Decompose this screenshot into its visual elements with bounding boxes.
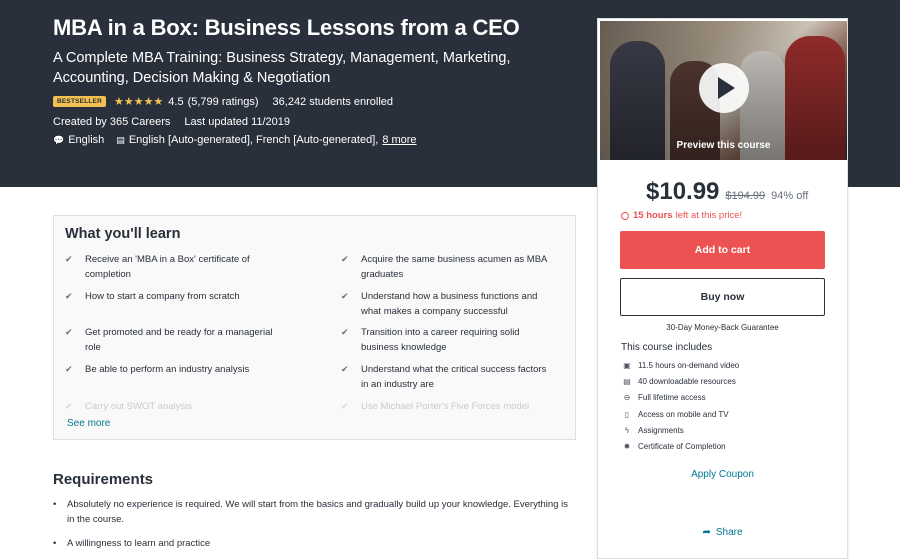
learn-item-label: Carry out SWOT analysis	[85, 401, 192, 412]
share-label: Share	[715, 526, 743, 538]
add-to-cart-button[interactable]: Add to cart	[620, 231, 825, 269]
discount-percent: 94% off	[771, 190, 809, 202]
price-row: $10.99 $194.99 94% off	[598, 178, 847, 206]
timer-hours: 15 hours	[633, 210, 673, 221]
award-icon: ✹	[623, 442, 631, 452]
money-back-guarantee: 30-Day Money-Back Guarantee	[666, 323, 779, 332]
discount-timer: 15 hours left at this price!	[598, 210, 847, 221]
learn-item: ✔ Receive an 'MBA in a Box' certificate …	[65, 252, 275, 282]
requirement-item: • A willingness to learn and practice	[53, 536, 573, 551]
requirement-item: • Absolutely no experience is required. …	[53, 497, 573, 527]
checkmark-icon: ✔	[65, 364, 73, 374]
checkmark-icon: ✔	[341, 364, 349, 374]
requirements-list: • Absolutely no experience is required. …	[53, 497, 573, 559]
preview-label: Preview this course	[676, 140, 771, 151]
alarm-clock-icon	[621, 211, 629, 220]
checkmark-icon: ✔	[341, 291, 349, 301]
buy-now-button[interactable]: Buy now	[620, 278, 825, 316]
ratings-count-link[interactable]: (5,799 ratings)	[188, 96, 259, 108]
timer-text: left at this price!	[675, 210, 743, 221]
includes-item-label: Assignments	[638, 425, 684, 435]
star-rating-icon: ★★★★★	[113, 96, 164, 108]
learn-item: ✔ Understand what the critical success f…	[341, 362, 551, 392]
course-meta-row: Created by 365 Careers Last updated 11/2…	[53, 116, 573, 128]
last-updated: Last updated 11/2019	[184, 116, 291, 128]
bullet-icon: •	[53, 499, 57, 510]
purchase-card: Preview this course $10.99 $194.99 94% o…	[597, 18, 848, 559]
mobile-icon: ▯	[624, 409, 630, 419]
includes-item-label: 11.5 hours on-demand video	[638, 360, 740, 370]
course-subtitle: A Complete MBA Training: Business Strate…	[53, 50, 511, 86]
learn-item: ✔ Transition into a career requiring sol…	[341, 325, 551, 355]
includes-item: ▣ 11.5 hours on-demand video	[622, 357, 847, 373]
includes-item: ▯ Access on mobile and TV	[622, 406, 847, 422]
learn-item: ✔ Acquire the same business acumen as MB…	[341, 252, 551, 282]
rating-row: BESTSELLER ★★★★★ 4.5 (5,799 ratings) 36,…	[53, 95, 573, 108]
captions-languages: English [Auto-generated], French [Auto-g…	[128, 134, 379, 146]
includes-item-label: Certificate of Completion	[638, 442, 726, 452]
includes-item: ϟ Assignments	[622, 422, 847, 438]
includes-item-label: Access on mobile and TV	[638, 409, 729, 419]
speech-bubble-icon: 💬	[53, 134, 65, 145]
bolt-icon: ϟ	[624, 425, 630, 435]
students-enrolled: 36,242 students enrolled	[272, 95, 394, 108]
includes-item: ⊖ Full lifetime access	[622, 390, 847, 406]
original-price: $194.99	[725, 190, 766, 202]
checkmark-icon: ✔	[65, 327, 73, 337]
language-row: 💬 English ▤ English [Auto-generated], Fr…	[53, 134, 573, 146]
checkmark-icon: ✔	[65, 291, 73, 301]
requirements-title: Requirements	[53, 471, 154, 488]
learn-item-label: Understand what the critical success fac…	[361, 364, 547, 390]
course-header-content: MBA in a Box: Business Lessons from a CE…	[53, 14, 573, 146]
learn-item-label: Transition into a career requiring solid…	[361, 327, 520, 353]
video-icon: ▣	[623, 360, 631, 370]
apply-coupon-link[interactable]: Apply Coupon	[598, 469, 847, 480]
includes-item: ✹ Certificate of Completion	[622, 438, 847, 454]
instructor-link[interactable]: Created by 365 Careers	[53, 116, 170, 128]
bullet-icon: •	[53, 538, 57, 549]
learn-item-label: Understand how a business functions and …	[361, 291, 538, 317]
learn-item-label: Receive an 'MBA in a Box' certificate of…	[85, 254, 250, 280]
file-icon: ▤	[623, 376, 631, 386]
checkmark-icon: ✔	[341, 327, 349, 337]
course-preview-video[interactable]: Preview this course	[600, 21, 847, 160]
learn-item: ✔ Carry out SWOT analysis	[65, 399, 275, 414]
learn-item: ✔ How to start a company from scratch	[65, 289, 275, 304]
includes-item-label: Full lifetime access	[638, 393, 706, 403]
checkmark-icon: ✔	[341, 401, 349, 411]
learn-item: ✔ Understand how a business functions an…	[341, 289, 551, 319]
learn-item-label: Get promoted and be ready for a manageri…	[85, 327, 273, 353]
share-button[interactable]: ➦ Share	[598, 527, 847, 538]
learn-item-label: Be able to perform an industry analysis	[85, 364, 250, 375]
includes-item: ▤ 40 downloadable resources	[622, 373, 847, 389]
see-more-link[interactable]: See more	[67, 418, 110, 429]
learn-item-label: Use Michael Porter's Five Forces model	[361, 401, 530, 412]
learn-item-label: Acquire the same business acumen as MBA …	[361, 254, 547, 280]
requirement-label: Absolutely no experience is required. We…	[67, 499, 568, 525]
learn-item: ✔ Use Michael Porter's Five Forces model	[341, 399, 551, 414]
checkmark-icon: ✔	[341, 254, 349, 264]
what-you-will-learn-box: What you'll learn ✔ Receive an 'MBA in a…	[53, 215, 576, 440]
bestseller-badge: BESTSELLER	[53, 96, 106, 107]
share-arrow-icon: ➦	[702, 526, 711, 538]
rating-value: 4.5	[168, 95, 184, 108]
infinity-icon: ⊖	[623, 393, 631, 403]
captions-icon: ▤	[116, 134, 125, 145]
course-language: English	[68, 134, 105, 146]
learn-title: What you'll learn	[65, 226, 181, 242]
requirement-label: A willingness to learn and practice	[67, 538, 211, 549]
play-icon[interactable]	[699, 63, 749, 113]
includes-title: This course includes	[621, 342, 713, 353]
checkmark-icon: ✔	[65, 401, 73, 411]
includes-item-label: 40 downloadable resources	[638, 376, 736, 386]
learn-item-label: How to start a company from scratch	[85, 291, 240, 302]
more-captions-link[interactable]: 8 more	[382, 134, 416, 146]
course-title: MBA in a Box: Business Lessons from a CE…	[53, 15, 520, 40]
learn-item: ✔ Get promoted and be ready for a manage…	[65, 325, 275, 355]
includes-list: ▣ 11.5 hours on-demand video ▤ 40 download…	[622, 357, 847, 455]
current-price: $10.99	[646, 178, 720, 205]
learn-item: ✔ Be able to perform an industry analysi…	[65, 362, 275, 377]
checkmark-icon: ✔	[65, 254, 73, 264]
